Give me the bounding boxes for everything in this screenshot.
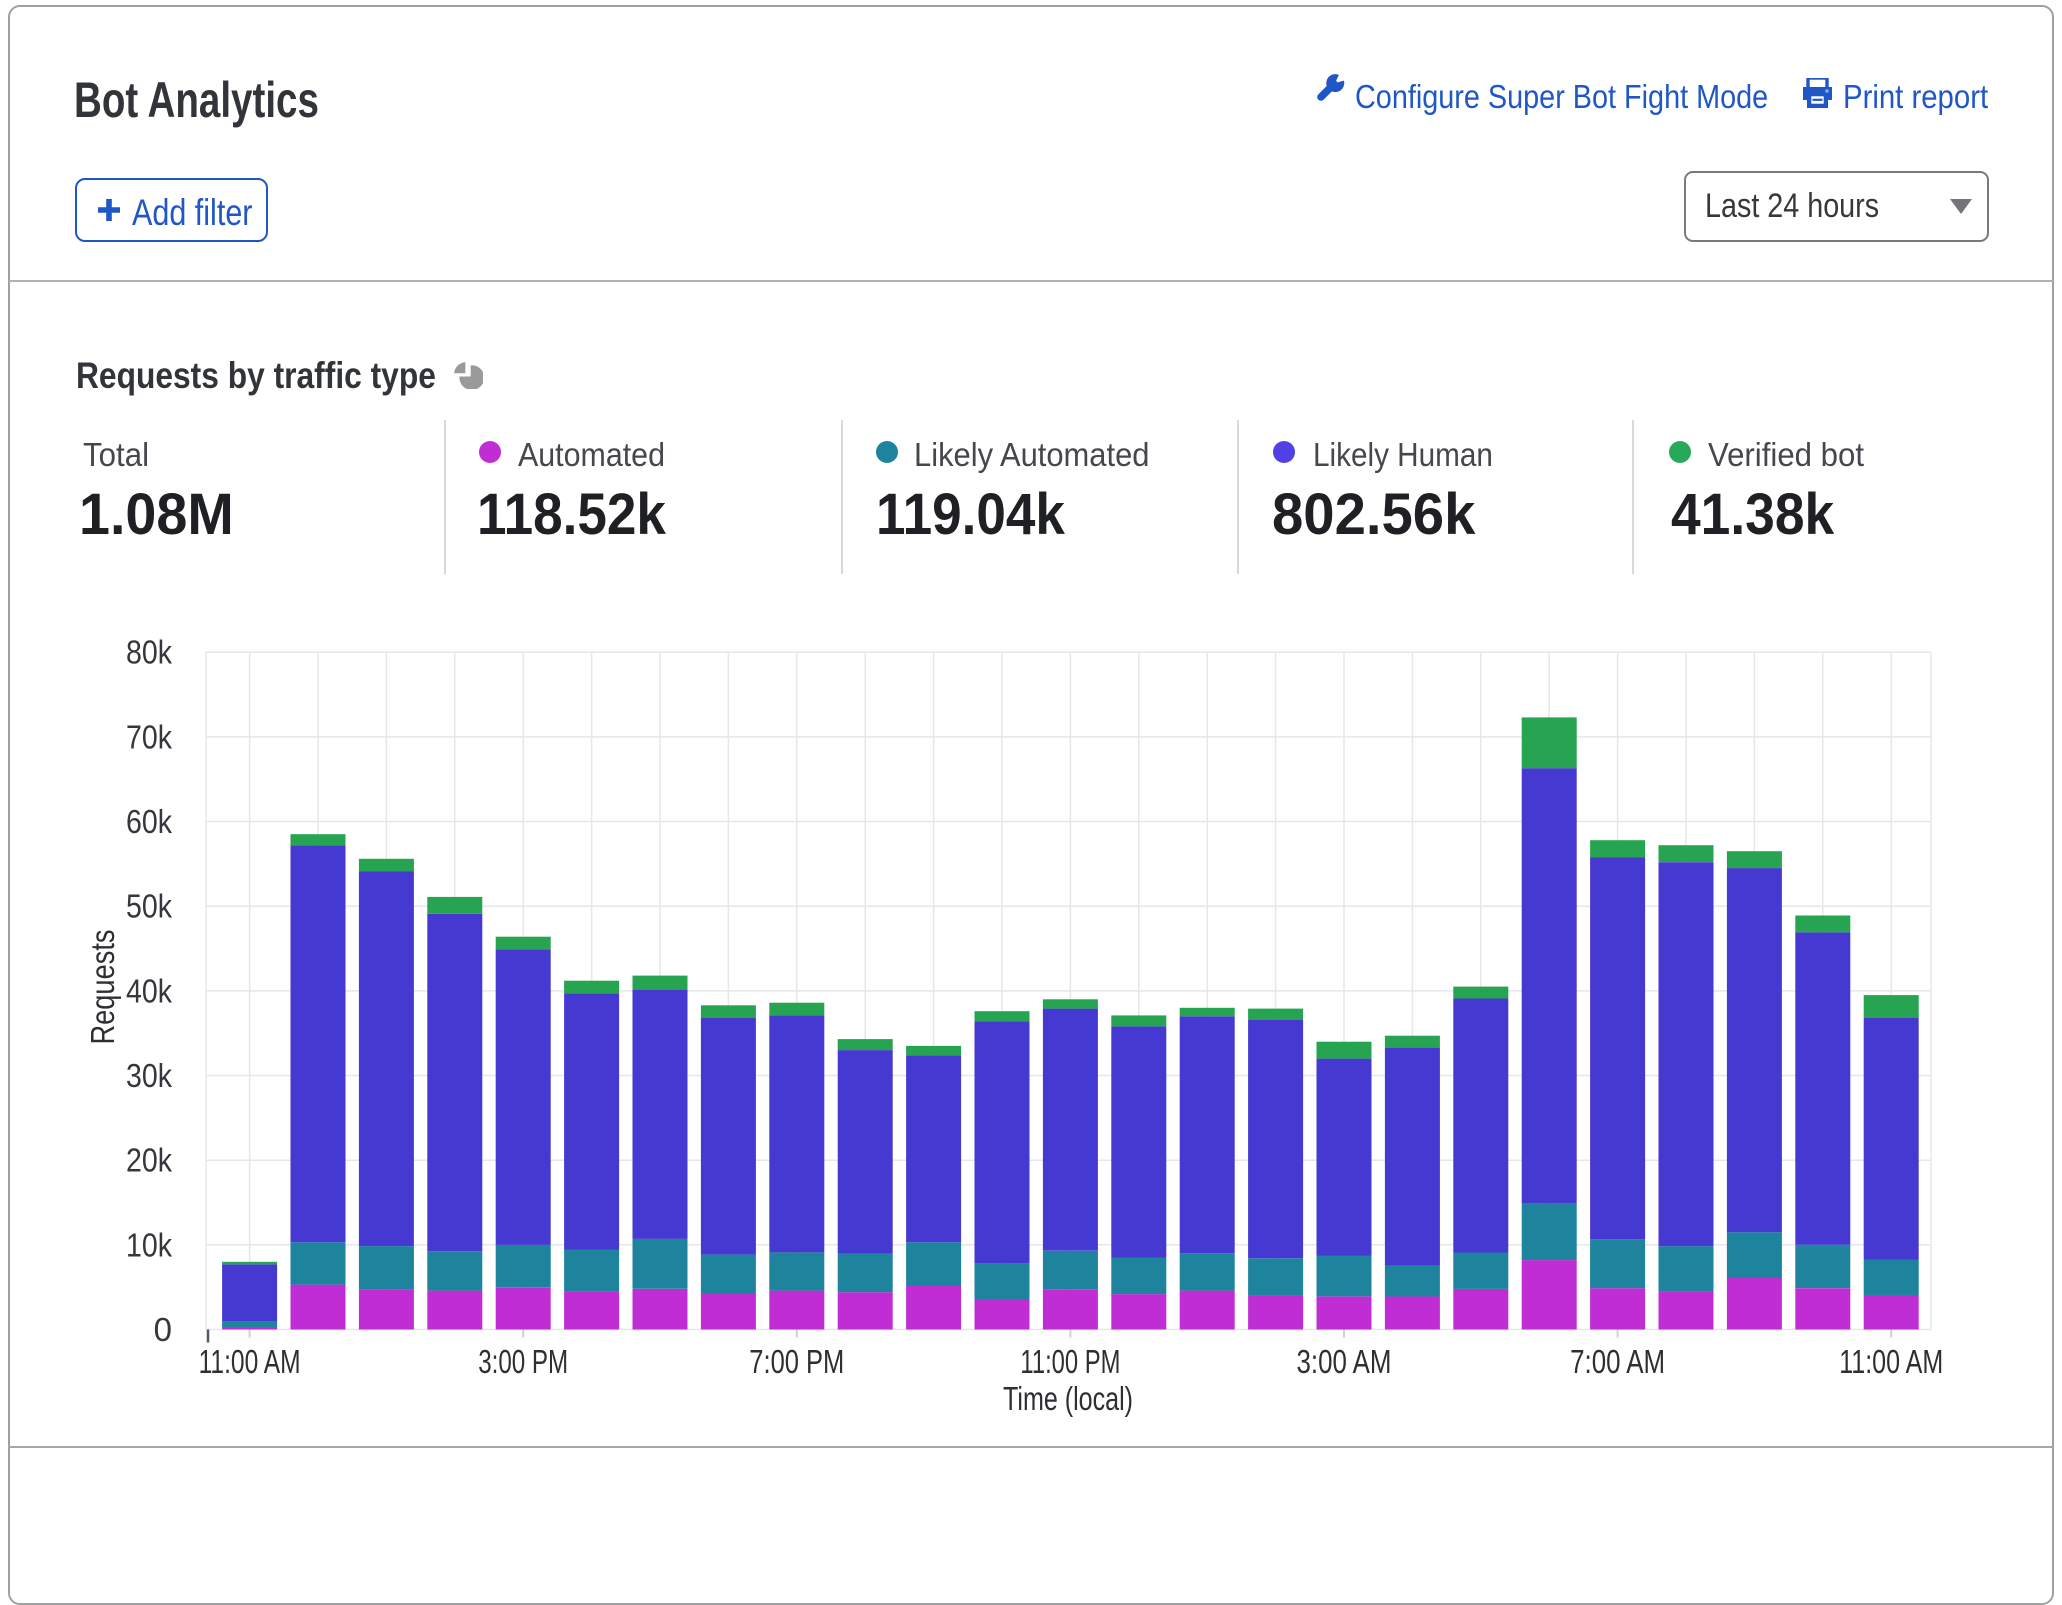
svg-text:Requests: Requests <box>84 930 121 1045</box>
svg-text:7:00 AM: 7:00 AM <box>1570 1343 1665 1380</box>
svg-text:80k: 80k <box>126 634 172 671</box>
svg-text:40k: 40k <box>126 972 172 1009</box>
svg-text:3:00 PM: 3:00 PM <box>478 1343 568 1380</box>
svg-text:7:00 PM: 7:00 PM <box>749 1343 844 1380</box>
svg-text:60k: 60k <box>126 803 172 840</box>
svg-text:0: 0 <box>154 1311 172 1348</box>
svg-text:11:00 AM: 11:00 AM <box>199 1343 301 1380</box>
svg-text:3:00 AM: 3:00 AM <box>1297 1343 1392 1380</box>
svg-text:11:00 PM: 11:00 PM <box>1020 1343 1120 1380</box>
svg-text:70k: 70k <box>126 718 172 755</box>
svg-text:11:00 AM: 11:00 AM <box>1839 1343 1943 1380</box>
svg-text:20k: 20k <box>126 1142 172 1179</box>
svg-text:10k: 10k <box>126 1226 172 1263</box>
svg-text:50k: 50k <box>126 888 172 925</box>
svg-text:Time (local): Time (local) <box>1003 1380 1133 1417</box>
svg-text:30k: 30k <box>126 1057 172 1094</box>
